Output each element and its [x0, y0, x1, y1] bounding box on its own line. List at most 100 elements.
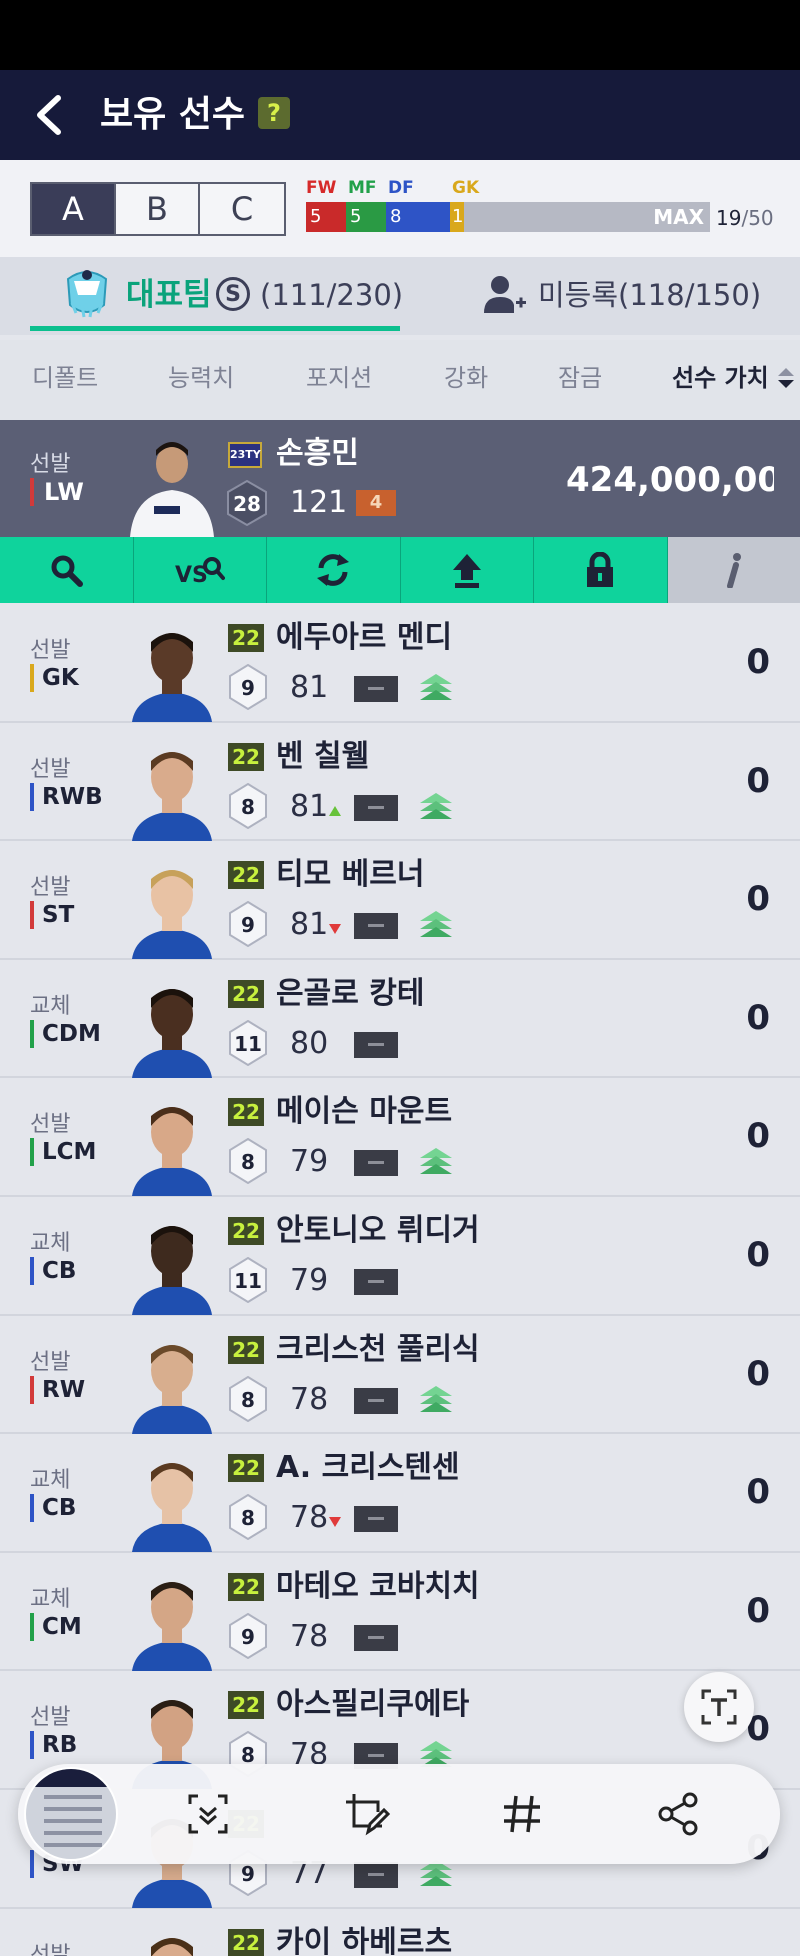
- trend-down-icon: [329, 924, 341, 935]
- player-row[interactable]: 선발 RW 22 크리스천 풀리식 8 78 0: [0, 1315, 800, 1435]
- season-badge: 22: [228, 1572, 264, 1601]
- position-label-fw: FW: [306, 178, 337, 198]
- position-count-bar: 5 5 8 1 MAX: [306, 202, 710, 232]
- extract-text-button[interactable]: [684, 1672, 754, 1742]
- enhance-level-badge: [354, 1506, 398, 1533]
- player-row[interactable]: 교체 CB 22 A. 크리스텐센 8 78 0: [0, 1434, 800, 1553]
- max-label: MAX: [653, 205, 704, 229]
- player-ovr: 78: [290, 1618, 329, 1654]
- season-badge: 22: [228, 1928, 264, 1956]
- svg-text:VS: VS: [175, 563, 208, 588]
- share-icon: [658, 1792, 698, 1836]
- salary-hex-icon: 9: [229, 901, 267, 948]
- salary-hex-icon: 28: [227, 480, 267, 526]
- season-badge: 22: [228, 624, 264, 652]
- featured-player[interactable]: 선발 LW 23TY 손흥민 28 121 4 424,000,000,000: [0, 420, 800, 537]
- sort-default[interactable]: 디폴트: [32, 358, 98, 398]
- player-status: 선발: [30, 1349, 71, 1375]
- main-team-count: (111/230): [260, 278, 404, 312]
- position-label-df: DF: [388, 178, 414, 198]
- season-badge: 22: [228, 1335, 264, 1364]
- lock-button[interactable]: [534, 537, 668, 603]
- squad-tab-a[interactable]: A: [32, 184, 116, 234]
- player-name: 아스필리쿠에타: [276, 1687, 470, 1723]
- player-value: 0: [746, 1116, 770, 1157]
- sort-lock[interactable]: 잠금: [558, 358, 602, 398]
- player-status: 선발: [30, 1705, 71, 1731]
- search-button[interactable]: [0, 537, 134, 603]
- thumbnail-header: [26, 1769, 116, 1787]
- player-ovr: 80: [290, 1025, 329, 1061]
- mf-count: 5: [346, 202, 386, 232]
- season-badge: 22: [228, 1454, 264, 1483]
- player-row[interactable]: 선발 GK 22 에두아르 멘디 9 81 0: [0, 604, 800, 723]
- player-photo: [132, 1344, 212, 1434]
- screenshot-thumbnail[interactable]: [24, 1767, 118, 1861]
- team-tabs: 대표팀 S (111/230) 미등록(118/150): [0, 257, 800, 335]
- text-extract-icon: [701, 1689, 737, 1725]
- player-status: 교체: [30, 1586, 71, 1612]
- squad-tab-b[interactable]: B: [116, 184, 200, 234]
- player-row[interactable]: 선발 22 카이 하베르츠: [0, 1908, 800, 1956]
- help-button[interactable]: ?: [258, 97, 290, 129]
- player-row[interactable]: 교체 CM 22 마테오 코바치치 9 78 0: [0, 1552, 800, 1672]
- featured-value: 424,000,000,000: [566, 460, 774, 500]
- player-row[interactable]: 선발 LCM 22 메이슨 마운트 8 79 0: [0, 1078, 800, 1197]
- enhance-level-badge: [354, 1861, 398, 1888]
- sort-direction-icon[interactable]: [776, 366, 796, 390]
- swap-button[interactable]: [267, 537, 401, 603]
- player-status: 교체: [30, 1230, 71, 1256]
- sort-bar: 디폴트 능력치 포지션 강화 잠금 선수 가치: [0, 340, 800, 420]
- player-salary: 8: [241, 795, 255, 819]
- enhance-level-badge: [354, 794, 398, 821]
- squad-tab-c[interactable]: C: [200, 184, 284, 234]
- player-salary: 8: [241, 1506, 255, 1530]
- crop-edit-button[interactable]: [342, 1790, 391, 1838]
- player-row[interactable]: 교체 CB 22 안토니오 뤼디거 11 79 0: [0, 1196, 800, 1316]
- main-team-label: 대표팀: [126, 277, 212, 313]
- user-add-icon: [484, 276, 526, 313]
- unregistered-label: 미등록(118/150): [538, 278, 762, 312]
- thumbnail-row: [44, 1819, 102, 1823]
- featured-ovr: 121: [290, 485, 348, 520]
- info-button[interactable]: [667, 537, 800, 603]
- tab-main-team[interactable]: 대표팀 S (111/230): [30, 257, 404, 335]
- sort-ability[interactable]: 능력치: [168, 358, 234, 398]
- upgrade-button[interactable]: [401, 537, 534, 603]
- player-salary: 8: [241, 1388, 255, 1412]
- player-position: CB: [30, 1256, 76, 1285]
- player-ovr: 79: [290, 1262, 329, 1298]
- player-photo: [151, 1937, 193, 1956]
- player-name: 크리스천 풀리식: [276, 1331, 480, 1367]
- player-photo: [132, 988, 212, 1078]
- player-row[interactable]: 선발 ST 22 티모 베르너 9 81 0: [0, 841, 800, 960]
- search-icon: [51, 555, 84, 587]
- hashtag-icon: [504, 1795, 540, 1833]
- gk-count: 1: [450, 202, 464, 232]
- player-name: 메이슨 마운트: [276, 1094, 453, 1130]
- sort-enhance[interactable]: 강화: [444, 358, 488, 398]
- featured-season-badge: 23TY: [228, 442, 262, 468]
- compare-button[interactable]: VS: [134, 537, 267, 603]
- capture-toolbar: [18, 1764, 780, 1864]
- tab-unregistered[interactable]: 미등록(118/150): [482, 257, 782, 335]
- enhance-level-badge: [354, 1031, 398, 1058]
- share-button[interactable]: [654, 1790, 702, 1838]
- salary-hex-icon: 11: [229, 1019, 267, 1066]
- player-row[interactable]: 교체 CDM 22 은골로 캉테 11 80 0: [0, 959, 800, 1079]
- back-button[interactable]: [28, 92, 74, 138]
- sort-position[interactable]: 포지션: [306, 358, 372, 398]
- player-photo: [132, 870, 212, 960]
- df-count: 8: [386, 202, 450, 232]
- player-value: 0: [746, 1472, 770, 1513]
- player-position: RB: [30, 1731, 77, 1760]
- season-badge: 22: [228, 1098, 264, 1127]
- salary-hex-icon: 8: [229, 1138, 267, 1185]
- hashtag-button[interactable]: [498, 1790, 546, 1838]
- sort-player-value[interactable]: 선수 가치: [672, 358, 769, 398]
- chevron-left-icon: [37, 95, 61, 135]
- season-badge: 22: [228, 1691, 264, 1720]
- scroll-capture-button[interactable]: [184, 1790, 232, 1838]
- player-row[interactable]: 선발 RWB 22 벤 칠웰 8 81 0: [0, 722, 800, 842]
- player-value: 0: [746, 1234, 770, 1275]
